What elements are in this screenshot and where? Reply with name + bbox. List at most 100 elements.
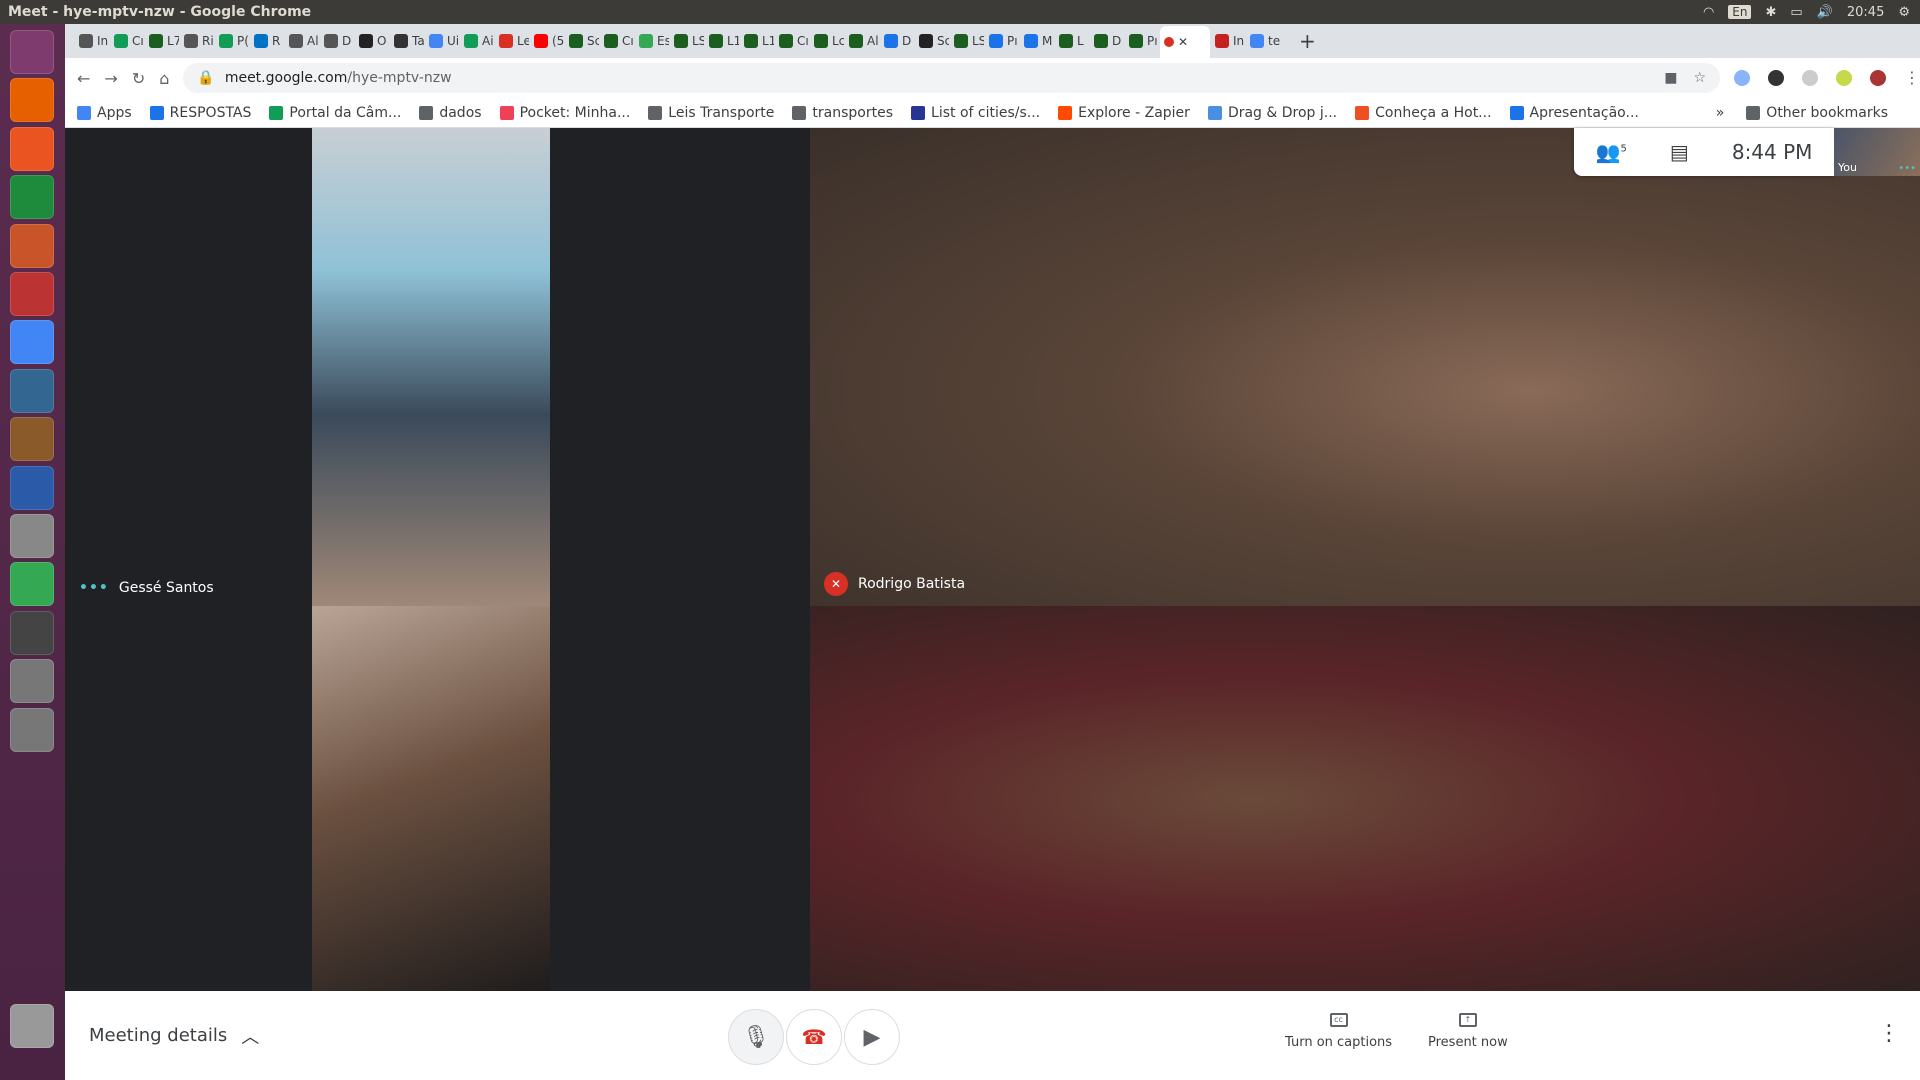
tab-active-meet[interactable]: ✕ [1160, 26, 1210, 58]
browser-tab[interactable]: Sc [915, 27, 949, 55]
browser-tab[interactable]: Al [845, 27, 879, 55]
software-center-icon[interactable] [10, 126, 54, 171]
bookmark-item[interactable]: Apps [77, 105, 132, 121]
participant-tile-gesse-santos[interactable]: ••• Gessé Santos [65, 128, 810, 606]
more-options-icon[interactable]: ⋮ [1878, 1021, 1900, 1046]
bookmarks-overflow-button[interactable]: » [1716, 105, 1725, 121]
browser-tab[interactable]: Ui [425, 27, 459, 55]
chrome-2-icon[interactable] [10, 562, 54, 607]
extension-3-icon[interactable] [1802, 70, 1818, 86]
impress-icon[interactable] [10, 223, 54, 268]
browser-tab[interactable]: Lc [810, 27, 844, 55]
browser-tab[interactable]: Cı [110, 27, 144, 55]
new-tab-button[interactable]: + [1299, 29, 1316, 53]
address-bar[interactable]: 🔒 meet.google.com/hye-mptv-nzw ■ ☆ [183, 63, 1720, 93]
profile-avatar[interactable] [1870, 70, 1886, 86]
bookmark-item[interactable]: Portal da Câm... [269, 105, 401, 121]
browser-tab[interactable]: M [1020, 27, 1054, 55]
wifi-icon[interactable]: ◠ [1703, 5, 1714, 20]
settings-gear-icon[interactable]: ⚙ [1898, 5, 1910, 20]
firefox-icon[interactable] [10, 78, 54, 123]
browser-tab[interactable]: R [250, 27, 284, 55]
browser-tab[interactable]: L7 [145, 27, 179, 55]
browser-tab[interactable]: Cı [775, 27, 809, 55]
browser-tab[interactable]: Le [495, 27, 529, 55]
meeting-details-button[interactable]: Meeting details ︿ [89, 1023, 259, 1049]
system-settings-icon[interactable] [10, 272, 54, 316]
extension-4-icon[interactable] [1836, 70, 1852, 86]
self-view-thumbnail[interactable]: You ••• [1834, 128, 1920, 176]
archive-icon[interactable] [10, 417, 54, 462]
browser-tab[interactable]: te [1246, 27, 1280, 55]
bookmark-item[interactable]: Pocket: Minha... [499, 105, 630, 121]
camera-2-icon[interactable] [10, 707, 54, 752]
browser-tab[interactable]: D [320, 27, 354, 55]
calc-icon[interactable] [10, 175, 54, 220]
browser-tab[interactable]: L [1055, 27, 1089, 55]
trash-icon[interactable] [10, 1004, 54, 1048]
browser-tab[interactable]: Pı [1125, 27, 1159, 55]
bookmark-item[interactable]: RESPOSTAS [149, 105, 251, 121]
reload-icon[interactable]: ↻ [132, 69, 145, 88]
participant-tile-3[interactable] [65, 606, 810, 991]
ubuntu-dash-icon[interactable] [10, 30, 54, 74]
browser-tab[interactable]: Cı [600, 27, 634, 55]
leave-call-button[interactable]: ☎ [786, 1009, 842, 1065]
battery-icon[interactable]: ▭ [1790, 5, 1802, 20]
browser-tab[interactable]: Sc [565, 27, 599, 55]
extension-1-icon[interactable] [1734, 70, 1750, 86]
volume-icon[interactable]: 🔊 [1817, 5, 1833, 20]
camera-icon[interactable] [10, 659, 54, 704]
postgres-icon[interactable] [10, 368, 54, 413]
camera-in-use-icon[interactable]: ■ [1664, 70, 1677, 86]
bluetooth-icon[interactable]: ✱ [1765, 5, 1776, 20]
captions-button[interactable]: cc Turn on captions [1285, 1013, 1392, 1050]
browser-tab[interactable]: O [355, 27, 389, 55]
bookmark-item[interactable]: Conheça a Hot... [1355, 105, 1492, 121]
chat-icon[interactable]: ▤ [1670, 140, 1689, 164]
browser-tab[interactable]: Ri [180, 27, 214, 55]
text-editor-icon[interactable] [10, 514, 54, 558]
browser-tab[interactable]: Pı [985, 27, 1019, 55]
home-icon[interactable]: ⌂ [159, 69, 169, 88]
browser-tab[interactable]: Es [635, 27, 669, 55]
bookmark-star-icon[interactable]: ☆ [1693, 70, 1706, 86]
bookmark-item[interactable]: Leis Transporte [648, 105, 774, 121]
bookmark-item[interactable]: Explore - Zapier [1058, 105, 1190, 121]
browser-tab[interactable]: L1 [705, 27, 739, 55]
browser-tab[interactable]: Ta [390, 27, 424, 55]
browser-tab[interactable]: Al [285, 27, 319, 55]
other-bookmarks[interactable]: Other bookmarks [1746, 105, 1888, 121]
tab-close-icon[interactable]: ✕ [1178, 35, 1188, 49]
browser-tab[interactable]: In [75, 27, 109, 55]
browser-tab[interactable]: In [1211, 27, 1245, 55]
participant-tile-rodrigo-batista[interactable]: ✕ Rodrigo Batista [810, 128, 1920, 606]
camera-button[interactable]: ▶ [844, 1009, 900, 1065]
extension-2-icon[interactable] [1768, 70, 1784, 86]
bookmark-item[interactable]: transportes [792, 105, 893, 121]
language-indicator[interactable]: En [1728, 5, 1752, 19]
browser-tab[interactable]: LS [950, 27, 984, 55]
browser-tab[interactable]: LS [670, 27, 704, 55]
clock[interactable]: 20:45 [1847, 5, 1884, 20]
present-now-button[interactable]: ↑ Present now [1428, 1013, 1508, 1050]
writer-icon[interactable] [10, 465, 54, 510]
bookmark-item[interactable]: dados [419, 105, 482, 121]
participants-button[interactable]: 👥5 [1596, 140, 1627, 164]
bookmark-item[interactable]: Apresentação... [1509, 105, 1639, 121]
microphone-button[interactable]: 🎙 [728, 1009, 784, 1065]
browser-tab[interactable]: P( [215, 27, 249, 55]
browser-tab[interactable]: D [880, 27, 914, 55]
back-arrow-icon[interactable]: ← [77, 69, 90, 88]
updater-icon[interactable] [10, 610, 54, 655]
browser-tab[interactable]: (5 [530, 27, 564, 55]
participant-tile-4[interactable] [810, 606, 1920, 991]
chrome-menu-icon[interactable]: ⋮ [1904, 70, 1920, 86]
bookmark-item[interactable]: Drag & Drop j... [1207, 105, 1337, 121]
browser-tab[interactable]: L1 [740, 27, 774, 55]
forward-arrow-icon[interactable]: → [104, 69, 117, 88]
bookmark-item[interactable]: List of cities/s... [911, 105, 1040, 121]
browser-tab[interactable]: D [1090, 27, 1124, 55]
browser-tab[interactable]: Ai [460, 27, 494, 55]
chrome-icon[interactable] [10, 320, 54, 365]
